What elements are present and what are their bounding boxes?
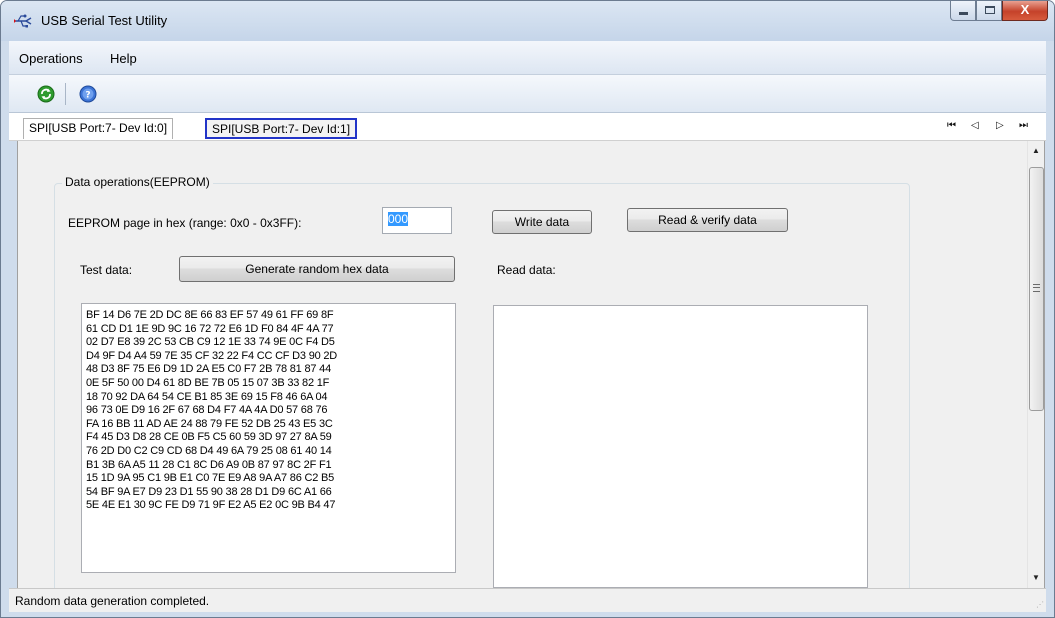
- scroll-down-icon[interactable]: ▼: [1032, 573, 1040, 582]
- write-data-button[interactable]: Write data: [492, 210, 592, 234]
- test-data-line: 18 70 92 DA 64 54 CE B1 85 3E 69 15 F8 4…: [86, 390, 328, 403]
- test-data-line: 48 D3 8F 75 E6 D9 1D 2A E5 C0 F7 2B 78 8…: [86, 363, 331, 376]
- read-verify-data-button[interactable]: Read & verify data: [627, 208, 788, 232]
- close-icon: X: [1020, 2, 1030, 17]
- generate-random-hex-button[interactable]: Generate random hex data: [179, 256, 455, 282]
- menu-bar: Operations Help: [9, 41, 1046, 75]
- maximize-button[interactable]: [976, 1, 1002, 21]
- window-title: USB Serial Test Utility: [41, 13, 168, 28]
- test-data-line: 02 D7 E8 39 2C 53 CB C9 12 1E 33 74 9E 0…: [86, 336, 335, 349]
- test-data-line: 61 CD D1 1E 9D 9C 16 72 72 E6 1D F0 84 4…: [86, 322, 334, 335]
- tab-next-icon[interactable]: ▷: [996, 120, 1004, 131]
- scroll-grip-icon: [1033, 284, 1040, 292]
- toolbar: ?: [9, 75, 1046, 113]
- tab-prev-icon[interactable]: ◁: [971, 120, 979, 131]
- resize-grip-icon[interactable]: ⋰: [1036, 600, 1044, 609]
- refresh-icon[interactable]: [37, 85, 55, 103]
- test-data-line: D4 9F D4 A4 59 7E 35 CF 32 22 F4 CC CF D…: [86, 349, 338, 362]
- svg-text:?: ?: [85, 91, 90, 101]
- test-data-line: BF 14 D6 7E 2D DC 8E 66 83 EF 57 49 61 F…: [86, 309, 334, 321]
- toolbar-separator: [65, 83, 66, 105]
- usb-app-icon: [14, 14, 32, 28]
- test-data-textarea[interactable]: BF 14 D6 7E 2D DC 8E 66 83 EF 57 49 61 F…: [81, 303, 456, 573]
- test-data-label: Test data:: [80, 263, 133, 277]
- status-text: Random data generation completed.: [15, 594, 210, 608]
- menu-help[interactable]: Help: [110, 51, 137, 66]
- app-window: USB Serial Test Utility X Operations Hel…: [0, 0, 1055, 618]
- test-data-content: BF 14 D6 7E 2D DC 8E 66 83 EF 57 49 61 F…: [86, 309, 337, 513]
- eeprom-page-value: 000: [388, 212, 409, 226]
- tab-spi-dev-0[interactable]: SPI[USB Port:7- Dev Id:0]: [23, 118, 174, 139]
- close-button[interactable]: X: [1002, 1, 1048, 21]
- tab-first-icon[interactable]: ⏮: [947, 120, 956, 131]
- tab-last-icon[interactable]: ⏭: [1019, 120, 1028, 131]
- groupbox-title: Data operations(EEPROM): [62, 175, 213, 189]
- window-controls: X: [950, 1, 1048, 21]
- tab-strip: SPI[USB Port:7- Dev Id:0] SPI[USB Port:7…: [9, 113, 1046, 141]
- scroll-thumb[interactable]: [1029, 167, 1044, 411]
- test-data-line: 0E 5F 50 00 D4 61 8D BE 7B 05 15 07 3B 3…: [86, 376, 330, 389]
- test-data-line: 76 2D D0 C2 C9 CD 68 D4 49 6A 79 25 08 6…: [86, 444, 332, 457]
- help-icon[interactable]: ?: [79, 85, 97, 103]
- tab-content-panel: Data operations(EEPROM) EEPROM page in h…: [17, 141, 1045, 603]
- test-data-line: 54 BF 9A E7 D9 23 D1 55 90 38 28 D1 D9 6…: [86, 485, 332, 498]
- status-bar: Random data generation completed. ⋰: [9, 588, 1046, 612]
- menu-operations[interactable]: Operations: [19, 51, 83, 66]
- test-data-line: 15 1D 9A 95 C1 9B E1 C0 7E E9 A8 9A A7 8…: [86, 472, 335, 485]
- maximize-icon: [985, 6, 995, 14]
- vertical-scrollbar[interactable]: ▲ ▼: [1027, 141, 1044, 588]
- test-data-line: 5E 4E E1 30 9C FE D9 71 9F E2 A5 E2 0C 9…: [86, 499, 336, 512]
- minimize-button[interactable]: [950, 1, 976, 21]
- eeprom-page-label: EEPROM page in hex (range: 0x0 - 0x3FF):: [68, 216, 302, 230]
- test-data-line: B1 3B 6A A5 11 28 C1 8C D6 A9 0B 87 97 8…: [86, 458, 332, 471]
- test-data-line: 96 73 0E D9 16 2F 67 68 D4 F7 4A 4A D0 5…: [86, 404, 328, 417]
- tab-spi-dev-1[interactable]: SPI[USB Port:7- Dev Id:1]: [205, 118, 358, 139]
- eeprom-page-input[interactable]: 000: [382, 207, 452, 234]
- read-data-label: Read data:: [497, 263, 556, 277]
- test-data-line: FA 16 BB 11 AD AE 24 88 79 FE 52 DB 25 4…: [86, 417, 333, 430]
- read-data-textarea[interactable]: [493, 305, 868, 588]
- minimize-icon: [959, 12, 968, 15]
- test-data-line: F4 45 D3 D8 28 CE 0B F5 C5 60 59 3D 97 2…: [86, 431, 332, 444]
- title-bar[interactable]: USB Serial Test Utility X: [1, 1, 1054, 41]
- scroll-up-icon[interactable]: ▲: [1032, 146, 1040, 155]
